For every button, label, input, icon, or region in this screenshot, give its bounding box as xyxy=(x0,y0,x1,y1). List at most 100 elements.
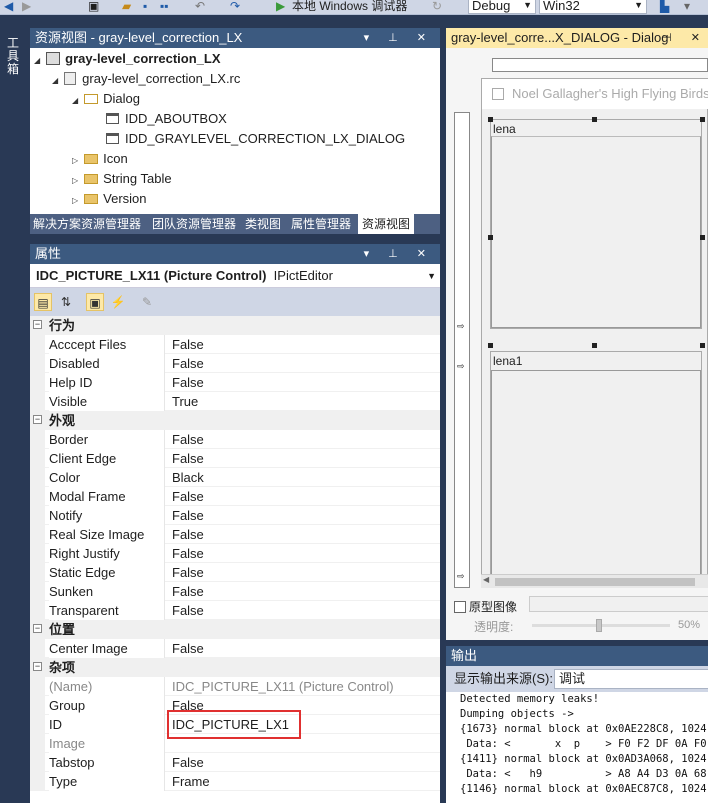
opacity-slider-thumb[interactable] xyxy=(596,619,602,632)
picture-control[interactable] xyxy=(491,370,701,582)
toolbox-label[interactable]: 工具箱 xyxy=(7,37,21,76)
property-row[interactable]: Right Justify False xyxy=(30,544,440,563)
categorized-icon[interactable]: ▤ xyxy=(34,293,52,311)
property-row[interactable]: Border False xyxy=(30,430,440,449)
property-value[interactable]: False xyxy=(172,335,204,354)
property-value[interactable]: IDC_PICTURE_LX11 (Picture Control) xyxy=(172,677,394,696)
proto-image-option[interactable]: 原型图像 xyxy=(454,598,517,615)
alphabetical-icon[interactable]: ⇅ xyxy=(57,293,75,311)
overflow-icon[interactable]: ▾ xyxy=(684,0,690,14)
property-row[interactable]: Visible True xyxy=(30,392,440,411)
save-icon[interactable]: ▪ xyxy=(143,0,147,14)
resize-handle[interactable] xyxy=(592,117,597,122)
collapsed-triangle-icon[interactable]: ▷ xyxy=(72,156,78,165)
expanded-triangle-icon[interactable]: ◢ xyxy=(52,76,58,85)
property-row[interactable]: Tabstop False xyxy=(30,753,440,772)
property-row[interactable]: Color Black xyxy=(30,468,440,487)
redo-icon[interactable]: ↷ xyxy=(230,0,240,14)
refresh-icon[interactable]: ↻ xyxy=(432,0,442,14)
property-row[interactable]: Modal Frame False xyxy=(30,487,440,506)
property-value[interactable]: Frame xyxy=(172,772,210,791)
new-item-icon[interactable]: ▣ xyxy=(88,0,99,14)
dialog-surface[interactable]: Noel Gallagher's High Flying Birds lena … xyxy=(481,78,708,582)
picture-group-lena1[interactable]: lena1 xyxy=(490,351,702,582)
scroll-left-icon[interactable]: ◀ xyxy=(483,575,489,584)
property-value[interactable]: False xyxy=(172,601,204,620)
start-debug-icon[interactable]: ▶ xyxy=(276,0,285,14)
proto-image-path-field[interactable] xyxy=(529,596,708,612)
property-value[interactable]: False xyxy=(172,430,204,449)
property-row[interactable]: ID IDC_PICTURE_LX1 xyxy=(30,710,440,739)
property-category[interactable]: − 外观 xyxy=(30,411,440,430)
property-value[interactable]: False xyxy=(172,544,204,563)
tab-class-view[interactable]: 类视图 xyxy=(245,214,281,234)
property-value[interactable]: False xyxy=(172,506,204,525)
tree-node-version[interactable]: ▷ Version xyxy=(72,189,147,209)
property-value[interactable]: False xyxy=(172,449,204,468)
property-row[interactable]: Client Edge False xyxy=(30,449,440,468)
panel-controls-icon[interactable]: ▾ ⊥ ✕ xyxy=(364,28,434,48)
tree-node-string-table[interactable]: ▷ String Table xyxy=(72,169,172,189)
editor-tab[interactable]: gray-level_corre...X_DIALOG - Dialog ⊣ ✕ xyxy=(446,28,708,48)
property-category[interactable]: − 位置 xyxy=(30,620,440,639)
property-row[interactable]: Static Edge False xyxy=(30,563,440,582)
property-value[interactable]: False xyxy=(172,354,204,373)
expanded-triangle-icon[interactable]: ◢ xyxy=(34,56,40,65)
scroll-thumb[interactable] xyxy=(495,578,695,586)
tree-node-dialog[interactable]: ◢ Dialog xyxy=(72,89,140,109)
forward-icon[interactable]: ▶ xyxy=(22,0,31,14)
collapse-icon[interactable]: − xyxy=(33,415,42,424)
property-value[interactable]: False xyxy=(172,525,204,544)
property-category[interactable]: − 杂项 xyxy=(30,658,440,677)
tree-node-icon[interactable]: ▷ Icon xyxy=(72,149,128,169)
tree-node-aboutbox[interactable]: IDD_ABOUTBOX xyxy=(106,109,227,129)
debugger-label[interactable]: 本地 Windows 调试器 xyxy=(292,0,407,14)
collapsed-triangle-icon[interactable]: ▷ xyxy=(72,176,78,185)
toolbox-strip[interactable]: 工具箱 xyxy=(0,15,28,803)
collapse-icon[interactable]: − xyxy=(33,624,42,633)
expanded-triangle-icon[interactable]: ◢ xyxy=(72,96,78,105)
tab-solution-explorer[interactable]: 解决方案资源管理器 xyxy=(33,214,141,234)
property-value[interactable]: False xyxy=(172,753,204,772)
property-value[interactable]: False xyxy=(172,373,204,392)
tree-node-rc[interactable]: ◢ gray-level_correction_LX.rc xyxy=(52,69,240,89)
output-text[interactable]: Detected memory leaks! Dumping objects ->… xyxy=(446,692,708,797)
resize-handle[interactable] xyxy=(700,117,705,122)
property-value[interactable]: False xyxy=(172,487,204,506)
property-row[interactable]: Disabled False xyxy=(30,354,440,373)
tab-resource-view[interactable]: 资源视图 xyxy=(358,214,415,234)
property-value[interactable]: Black xyxy=(172,468,204,487)
events-icon[interactable]: ⚡ xyxy=(109,293,127,311)
resize-handle[interactable] xyxy=(592,343,597,348)
property-row[interactable]: Real Size Image False xyxy=(30,525,440,544)
tree-node-project[interactable]: ◢ gray-level_correction_LX xyxy=(34,49,221,69)
platform-select[interactable]: Win32 ▼ xyxy=(539,0,647,14)
panel-controls-icon[interactable]: ▾ ⊥ ✕ xyxy=(364,244,434,264)
object-selector[interactable]: IDC_PICTURE_LX11 (Picture Control) IPict… xyxy=(30,264,440,288)
back-icon[interactable]: ◀ xyxy=(4,0,13,14)
pin-icon[interactable]: ⊣ ✕ xyxy=(662,28,708,48)
resize-handle[interactable] xyxy=(488,117,493,122)
property-pages-icon[interactable]: ✎ xyxy=(138,293,156,311)
property-row[interactable]: Transparent False xyxy=(30,601,440,620)
property-value[interactable]: False xyxy=(172,563,204,582)
tab-property-manager[interactable]: 属性管理器 xyxy=(291,214,351,234)
property-row[interactable]: Image xyxy=(30,734,440,753)
collapsed-triangle-icon[interactable]: ▷ xyxy=(72,196,78,205)
undo-icon[interactable]: ↶ xyxy=(195,0,205,14)
resize-handle[interactable] xyxy=(700,343,705,348)
picture-control[interactable] xyxy=(491,136,701,328)
tree-node-main-dialog[interactable]: IDD_GRAYLEVEL_CORRECTION_LX_DIALOG xyxy=(106,129,405,149)
collapse-icon[interactable]: − xyxy=(33,320,42,329)
horizontal-scrollbar[interactable]: ◀ xyxy=(481,574,708,588)
property-row[interactable]: Acccept Files False xyxy=(30,335,440,354)
picture-group-lena[interactable]: lena xyxy=(490,119,702,329)
extension-icon[interactable]: ▙ xyxy=(660,0,669,14)
resize-handle[interactable] xyxy=(488,235,493,240)
property-row[interactable]: Center Image False xyxy=(30,639,440,658)
proto-image-checkbox[interactable] xyxy=(454,601,466,613)
property-row[interactable]: Type Frame xyxy=(30,772,440,791)
resize-handle[interactable] xyxy=(700,235,705,240)
save-all-icon[interactable]: ▪▪ xyxy=(160,0,169,14)
property-category[interactable]: − 行为 xyxy=(30,316,440,335)
